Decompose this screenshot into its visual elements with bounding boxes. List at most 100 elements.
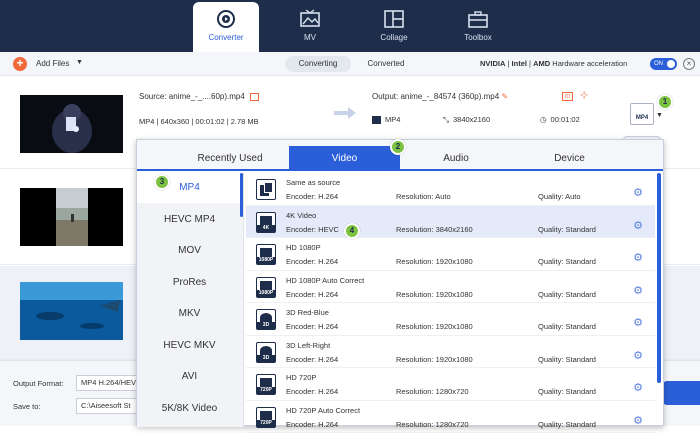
tab-audio[interactable]: Audio (400, 147, 512, 171)
preset-list-scrollbar[interactable] (657, 173, 661, 383)
gear-icon[interactable]: ⚙ (632, 317, 644, 329)
preset-resolution: Resolution: 1920x1080 (396, 257, 473, 266)
preset-name: HD 720P Auto Correct (286, 406, 360, 415)
format-mkv[interactable]: MKV (137, 299, 242, 329)
film-icon (372, 116, 381, 124)
3d-preset-icon: 3D (256, 309, 276, 330)
gear-icon[interactable]: ⚙ (632, 415, 644, 427)
format-5k-8k-video[interactable]: 5K/8K Video (137, 394, 242, 424)
preset-quality: Quality: Standard (538, 225, 596, 234)
preset-encoder: Encoder: H.264 (286, 420, 338, 429)
preset-row[interactable]: 4K 4K Video Encoder: HEVC Resolution: 38… (246, 206, 655, 239)
preset-resolution: Resolution: 1280x720 (396, 420, 469, 429)
close-list-icon[interactable]: × (683, 58, 695, 70)
info-icon[interactable] (250, 93, 259, 101)
add-files-button[interactable]: Add Files (36, 59, 69, 68)
resize-icon: ⤡ (443, 115, 449, 124)
add-files-dropdown-icon[interactable]: ▼ (76, 59, 83, 66)
split-icon[interactable]: ⊹ (580, 90, 588, 101)
tab-video[interactable]: Video (289, 146, 400, 171)
output-format: MP4 (372, 115, 400, 124)
preset-encoder: Encoder: H.264 (286, 257, 338, 266)
gear-icon[interactable]: ⚙ (632, 382, 644, 394)
hardware-acceleration-toggle[interactable]: ON (650, 58, 677, 70)
save-to-select[interactable]: C:\Aiseesoft St (76, 398, 140, 414)
format-avi[interactable]: AVI (137, 362, 242, 392)
format-dialog: Recently Used Video Audio Device MP4 HEV… (136, 139, 664, 426)
gear-icon[interactable]: ⚙ (632, 285, 644, 297)
format-hevc-mp4[interactable]: HEVC MP4 (137, 205, 242, 235)
preset-quality: Quality: Standard (538, 257, 596, 266)
media-info-icon[interactable]: ID (562, 92, 573, 101)
preset-encoder: Encoder: H.264 (286, 387, 338, 396)
output-format-badge[interactable]: MP4 (630, 103, 654, 125)
preset-row[interactable]: Same as source Encoder: H.264 Resolution… (246, 173, 655, 206)
format-mp4[interactable]: MP4 (137, 173, 242, 203)
gear-icon[interactable]: ⚙ (632, 252, 644, 264)
3d-preset-icon: 3D (256, 342, 276, 363)
preset-resolution: Resolution: 1280x720 (396, 387, 469, 396)
preset-resolution: Resolution: 1920x1080 (396, 322, 473, 331)
output-filename: Output: anime_-_84574 (360p).mp4 ✎ (372, 92, 508, 101)
preset-quality: Quality: Standard (538, 290, 596, 299)
preset-row[interactable]: 3D 3D Left-Right Encoder: H.264 Resoluti… (246, 336, 655, 369)
output-format-select[interactable]: MP4 H.264/HEV (76, 375, 140, 391)
preset-row[interactable]: 3D 3D Red-Blue Encoder: H.264 Resolution… (246, 303, 655, 336)
converted-tab[interactable]: Converted (355, 56, 417, 72)
tab-converter[interactable]: Converter (193, 2, 259, 52)
tab-toolbox[interactable]: Toolbox (445, 2, 511, 50)
gear-icon[interactable]: ⚙ (632, 220, 644, 232)
tab-collage[interactable]: Collage (361, 2, 427, 50)
preset-row[interactable]: 720P HD 720P Encoder: H.264 Resolution: … (246, 368, 655, 401)
preset-resolution: Resolution: Auto (396, 192, 451, 201)
video-thumbnail[interactable] (20, 282, 123, 340)
tab-mv[interactable]: MV (277, 2, 343, 50)
format-list-scrollbar[interactable] (240, 173, 243, 217)
preset-row[interactable]: 1080P HD 1080P Encoder: H.264 Resolution… (246, 238, 655, 271)
video-thumbnail[interactable] (20, 188, 123, 246)
hw-nvidia: NVIDIA (480, 59, 505, 68)
tab-toolbox-label: Toolbox (464, 33, 492, 42)
preset-name: HD 1080P (286, 243, 321, 252)
format-prores[interactable]: ProRes (137, 268, 242, 298)
gear-icon[interactable]: ⚙ (632, 187, 644, 199)
converter-toolbar: + Add Files ▼ Converting Converted NVIDI… (0, 52, 700, 76)
preset-quality: Quality: Auto (538, 192, 581, 201)
same-as-source-icon (256, 179, 276, 200)
format-list: MP4 HEVC MP4 MOV ProRes MKV HEVC MKV AVI… (137, 173, 244, 427)
preset-encoder: Encoder: H.264 (286, 322, 338, 331)
preset-encoder: Encoder: HEVC (286, 225, 339, 234)
preset-name: HD 720P (286, 373, 316, 382)
top-nav-bar: Converter MV Collage Toolbox (0, 0, 700, 52)
preset-resolution: Resolution: 1920x1080 (396, 355, 473, 364)
video-thumbnail[interactable] (20, 95, 123, 153)
preset-quality: Quality: Standard (538, 355, 596, 364)
preset-encoder: Encoder: H.264 (286, 192, 338, 201)
format-hevc-mkv[interactable]: HEVC MKV (137, 331, 242, 361)
edit-output-name-icon[interactable]: ✎ (501, 92, 508, 101)
tab-recently-used[interactable]: Recently Used (167, 147, 293, 171)
gear-icon[interactable]: ⚙ (632, 350, 644, 362)
format-dropdown-icon[interactable]: ▼ (656, 112, 663, 119)
format-mov[interactable]: MOV (137, 236, 242, 266)
converting-tab[interactable]: Converting (285, 56, 351, 72)
output-resolution: ⤡3840x2160 (443, 115, 490, 125)
convert-all-button[interactable] (663, 381, 700, 405)
hardware-acceleration: NVIDIA | Intel | AMD Hardware accelerati… (480, 59, 627, 68)
video-preset-icon: 4K (256, 212, 276, 233)
video-preset-icon: 720P (256, 407, 276, 428)
preset-resolution: Resolution: 3840x2160 (396, 225, 473, 234)
preset-row[interactable]: 1080P HD 1080P Auto Correct Encoder: H.2… (246, 271, 655, 304)
tab-converter-label: Converter (208, 33, 243, 42)
add-files-plus-icon[interactable]: + (13, 57, 27, 71)
tab-device[interactable]: Device (512, 147, 627, 171)
preset-quality: Quality: Standard (538, 420, 596, 429)
hw-label: Hardware acceleration (552, 59, 627, 68)
hw-amd: AMD (533, 59, 550, 68)
step-badge: 4 (344, 223, 360, 239)
preset-quality: Quality: Standard (538, 387, 596, 396)
output-duration: ◷00:01:02 (540, 115, 580, 124)
preset-row[interactable]: 720P HD 720P Auto Correct Encoder: H.264… (246, 401, 655, 433)
toggle-label: ON (654, 61, 663, 67)
preset-encoder: Encoder: H.264 (286, 355, 338, 364)
